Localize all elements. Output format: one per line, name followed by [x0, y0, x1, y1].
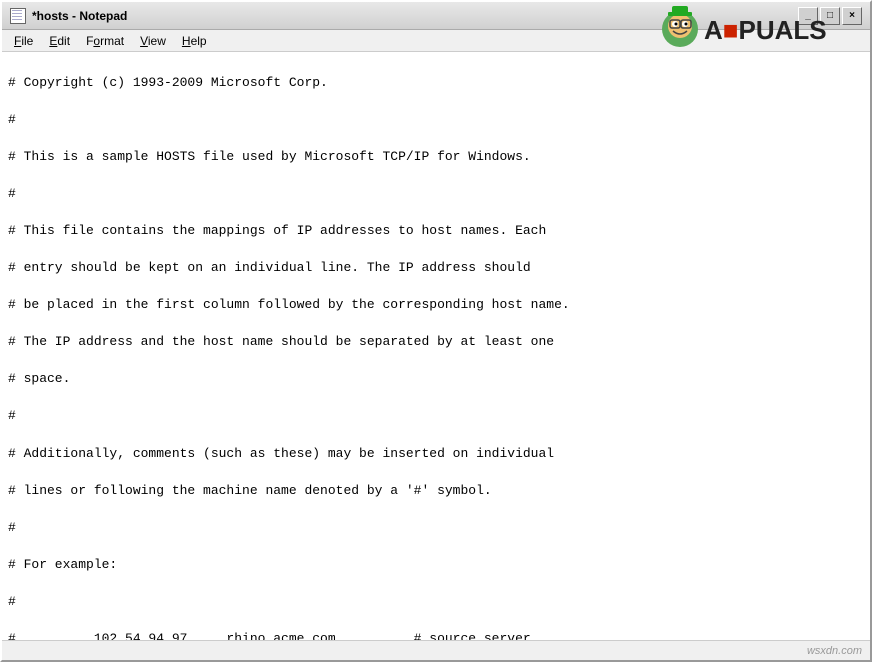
editor-line: #	[8, 593, 864, 612]
editor-line: # be placed in the first column followed…	[8, 296, 864, 315]
editor-line: # Additionally, comments (such as these)…	[8, 445, 864, 464]
editor-line: # Copyright (c) 1993-2009 Microsoft Corp…	[8, 74, 864, 93]
watermark: wsxdn.com	[807, 645, 862, 657]
status-bar: wsxdn.com	[2, 640, 870, 660]
menu-format[interactable]: Format	[78, 32, 132, 50]
editor-line: # This file contains the mappings of IP …	[8, 222, 864, 241]
menu-file[interactable]: File	[6, 32, 41, 50]
editor-line: # For example:	[8, 556, 864, 575]
editor-line: #	[8, 185, 864, 204]
editor-line: #	[8, 111, 864, 130]
notepad-window: *hosts - Notepad	[0, 0, 872, 662]
window-title: *hosts - Notepad	[32, 9, 127, 23]
editor-line: # entry should be kept on an individual …	[8, 259, 864, 278]
editor-line: # space.	[8, 370, 864, 389]
menu-help[interactable]: Help	[174, 32, 215, 50]
editor-line: # lines or following the machine name de…	[8, 482, 864, 501]
editor-line: #	[8, 519, 864, 538]
editor-area[interactable]: # Copyright (c) 1993-2009 Microsoft Corp…	[2, 52, 870, 640]
editor-line: # The IP address and the host name shoul…	[8, 333, 864, 352]
notepad-icon	[10, 8, 26, 24]
editor-line: #	[8, 407, 864, 426]
menu-edit[interactable]: Edit	[41, 32, 78, 50]
editor-line: # This is a sample HOSTS file used by Mi…	[8, 148, 864, 167]
title-bar-left: *hosts - Notepad	[10, 8, 127, 24]
svg-text:A■PUALS: A■PUALS	[704, 15, 827, 45]
title-bar: *hosts - Notepad	[2, 2, 870, 30]
editor-line: # 102.54.94.97 rhino.acme.com # source s…	[8, 630, 864, 640]
appuals-logo-svg: A■PUALS	[660, 4, 860, 54]
menu-view[interactable]: View	[132, 32, 174, 50]
